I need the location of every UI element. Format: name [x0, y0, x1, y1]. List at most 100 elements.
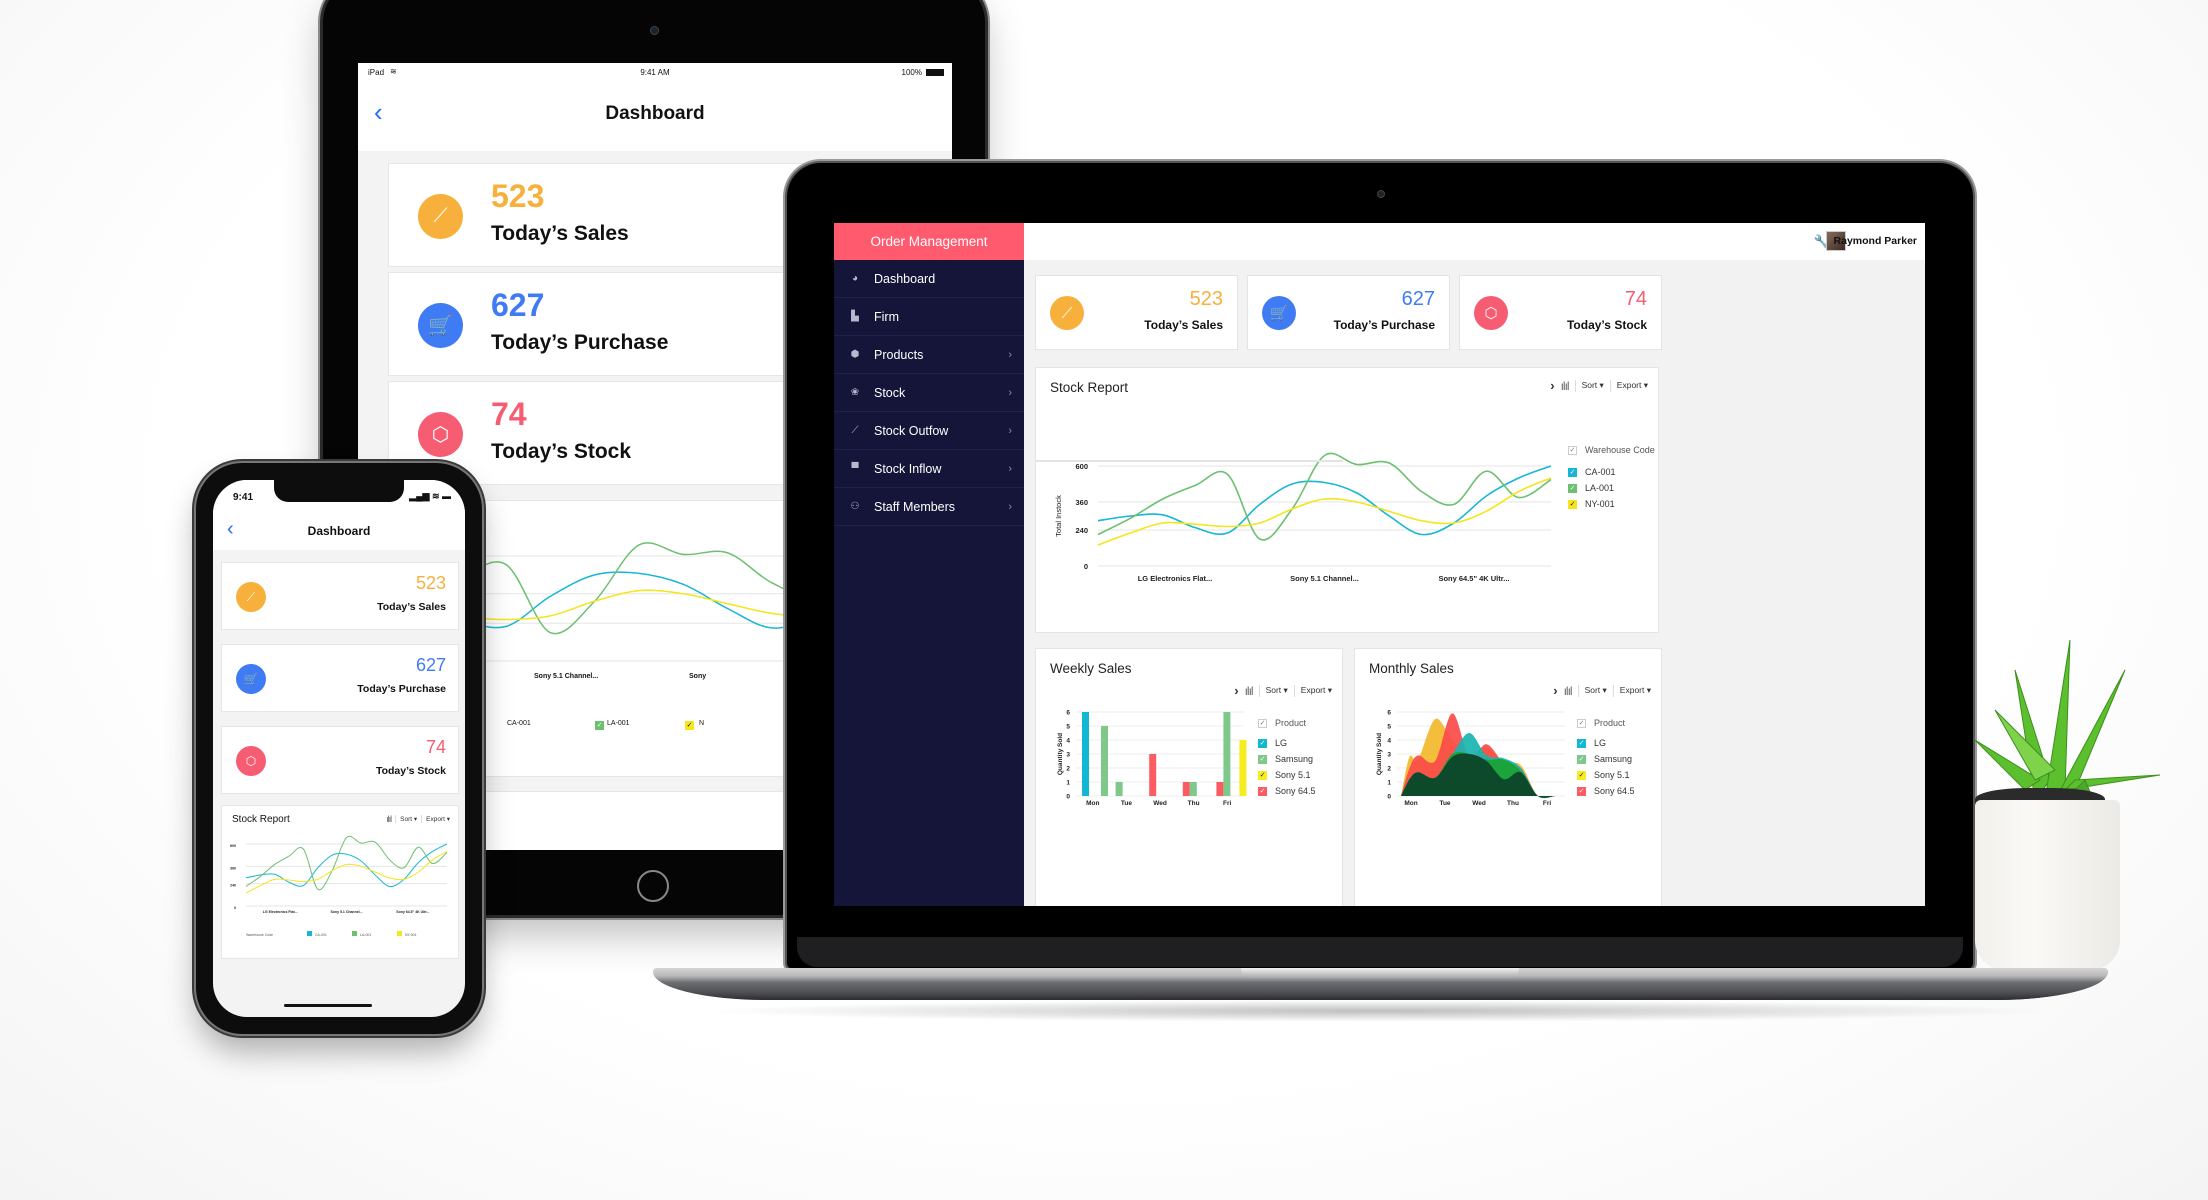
app-brand[interactable]: Order Management	[834, 223, 1024, 260]
monthly-sales-card: Monthly Sales › ılıl Sort ▾ Export ▾ 012…	[1354, 648, 1662, 906]
dashboard-gauge-icon: ◕	[851, 273, 859, 284]
legend-checkbox[interactable]: ✓	[1577, 786, 1586, 796]
phone-screen: 9:41 ▂▄▆ ≋ ▬ ‹ Dashboard ⟋ 523 Today’s Sal…	[213, 480, 465, 1017]
laptop-screen: Order Management ◕ Dashboard ▙ Firm ⬢ Product…	[834, 223, 1925, 906]
bar-sony-64-5-thu[interactable]	[1182, 782, 1190, 796]
legend-item[interactable]: ✓ CA-001	[1568, 464, 1655, 480]
legend-checkbox[interactable]: ✓	[1258, 738, 1267, 748]
tablet-camera	[650, 26, 659, 35]
sidebar-item-stock-inflow[interactable]: ▀ Stock Inflow ›	[834, 450, 1024, 488]
stat-card[interactable]: 🛒 627 Today’s Purchase	[1247, 275, 1450, 350]
bar-sony-5-1-fri[interactable]	[1239, 740, 1247, 796]
sidebar-item-label: Products	[874, 347, 924, 362]
tablet-nav-bar: ‹ Dashboard	[358, 85, 952, 151]
phone-stock-chart: 0 240 360 600 LG Electronics Flat... Sony 5.1…	[230, 835, 448, 937]
legend-checkbox[interactable]: ✓	[1258, 718, 1267, 728]
y-axis-label: Quantity Sold	[1376, 733, 1383, 775]
sidebar-item-dashboard[interactable]: ◕ Dashboard	[834, 260, 1024, 298]
legend-checkbox[interactable]: ✓	[1577, 738, 1586, 748]
legend-checkbox-ny[interactable]: ✓	[685, 721, 694, 730]
legend-item[interactable]: ✓ LG	[1258, 735, 1316, 751]
weekly-legend: ✓ Product ✓ LG ✓ Samsung ✓ Sony 5.1 ✓ Sony 64.5	[1258, 715, 1316, 799]
legend-checkbox[interactable]: ✓	[1577, 754, 1586, 764]
sidebar-item-staff-members[interactable]: ⚇ Staff Members ›	[834, 488, 1024, 526]
legend-item[interactable]: ✓ Sony 64.5	[1258, 783, 1316, 799]
legend-label: LA-001	[1585, 483, 1615, 493]
stat-label: Today’s Stock	[1566, 318, 1647, 332]
y-tick-label: 6	[1387, 710, 1391, 717]
sidebar-item-firm[interactable]: ▙ Firm	[834, 298, 1024, 336]
bar-samsung-thu[interactable]	[1189, 782, 1197, 796]
x-tick-label: Sony 64.5" 4K Ultr...	[396, 910, 429, 914]
legend-checkbox[interactable]: ✓	[1577, 770, 1586, 780]
legend-item[interactable]: ✓ Sony 5.1	[1258, 767, 1316, 783]
legend-checkbox[interactable]: ✓	[1568, 445, 1577, 455]
legend-item[interactable]: ✓ Sony 5.1	[1577, 767, 1635, 783]
home-button[interactable]	[637, 870, 669, 902]
sidebar-item-products[interactable]: ⬢ Products ›	[834, 336, 1024, 374]
legend-label: Sony 64.5	[1594, 786, 1635, 796]
stat-value: 74	[425, 737, 446, 757]
monthly-legend: ✓ Product ✓ LG ✓ Samsung ✓ Sony 5.1 ✓ Sony 64.5	[1577, 715, 1635, 799]
stat-card[interactable]: ⬡ 74 Today’s Stock	[1459, 275, 1662, 350]
legend-item[interactable]: ✓ Sony 64.5	[1577, 783, 1635, 799]
legend-item[interactable]: ✓ NY-001	[1568, 496, 1655, 512]
y-tick-label: 600	[230, 844, 236, 848]
stat-label: Today’s Sales	[377, 601, 446, 613]
legend-checkbox[interactable]: ✓	[1568, 467, 1577, 477]
y-tick-label: 0	[1387, 794, 1391, 801]
stat-card[interactable]: ⬡ 74 Today’s Stock	[221, 726, 459, 794]
legend-checkbox[interactable]: ✓	[1568, 483, 1577, 493]
legend-checkbox[interactable]: ✓	[1258, 754, 1267, 764]
user-name[interactable]: Raymond Parker	[1834, 235, 1917, 247]
legend-checkbox[interactable]: ✓	[1577, 718, 1586, 728]
legend-checkbox-la[interactable]: ✓	[595, 721, 604, 730]
legend-label: LG	[1594, 738, 1607, 748]
legend-swatch[interactable]	[352, 931, 357, 936]
y-tick-label: 1	[1066, 780, 1070, 787]
stat-card[interactable]: 🛒 627 Today’s Purchase	[221, 644, 459, 712]
cart-icon: 🛒	[1262, 296, 1296, 330]
stat-value: 523	[491, 178, 545, 214]
spacer	[1035, 460, 1343, 462]
bar-samsung-tue[interactable]	[1115, 782, 1123, 796]
stock-report-card: Stock Report › ılıl Sort ▾ Export ▾ 0 240…	[1035, 367, 1659, 633]
legend-checkbox[interactable]: ✓	[1258, 786, 1267, 796]
sidebar-item-stock[interactable]: ❀ Stock ›	[834, 374, 1024, 412]
stat-card[interactable]: ⟋ 523 Today’s Sales	[221, 562, 459, 630]
legend-item[interactable]: ✓ LG	[1577, 735, 1635, 751]
phone-stock-report-card: Stock Report ılıl Sort ▾ Export ▾ 0 240 36…	[221, 805, 459, 959]
sidebar-item-label: Stock	[874, 385, 906, 400]
legend-item[interactable]: ✓ Samsung	[1258, 751, 1316, 767]
legend-checkbox[interactable]: ✓	[1258, 770, 1267, 780]
legend-label: CA-001	[1585, 467, 1616, 477]
legend-item: LA-001	[607, 720, 630, 727]
chevron-right-icon: ›	[1008, 462, 1012, 475]
legend-item[interactable]: ✓ LA-001	[1568, 480, 1655, 496]
legend-swatch[interactable]	[397, 931, 402, 936]
cart-icon: ▀	[851, 463, 859, 474]
bar-samsung-mon[interactable]	[1101, 726, 1108, 796]
y-tick-label: 5	[1387, 724, 1391, 731]
legend-swatch[interactable]	[307, 931, 312, 936]
legend-checkbox[interactable]: ✓	[1568, 499, 1577, 509]
plant-leaves	[1975, 639, 2161, 810]
sidebar-item-stock-outfow[interactable]: ⟋ Stock Outfow ›	[834, 412, 1024, 450]
bar-samsung-fri[interactable]	[1223, 712, 1231, 796]
x-tick-label: LG Electronics Flat...	[263, 910, 298, 914]
legend-item: N	[699, 720, 705, 727]
bar-sony-64-5-fri[interactable]	[1216, 782, 1224, 796]
bar-lg-mon[interactable]	[1082, 712, 1089, 796]
legend-item[interactable]: ✓ Samsung	[1577, 751, 1635, 767]
x-tick-label: Sony 5.1 Channel...	[330, 910, 362, 914]
bar-sony-64-5-wed[interactable]	[1149, 754, 1157, 796]
x-label: Sony 5.1 Channel...	[534, 673, 599, 680]
y-tick-label: 2	[1066, 766, 1070, 773]
stat-card[interactable]: ⟋ 523 Today’s Sales	[1035, 275, 1238, 350]
home-indicator[interactable]	[284, 1004, 372, 1007]
laptop-base-right	[1940, 968, 2108, 1000]
series-line-ca-001	[1097, 465, 1552, 536]
legend-title: Warehouse Code	[1585, 445, 1655, 455]
battery-percent: 100%	[901, 68, 922, 77]
tablet-status-bar: iPad ≋ 9:41 AM 100%	[358, 63, 952, 85]
